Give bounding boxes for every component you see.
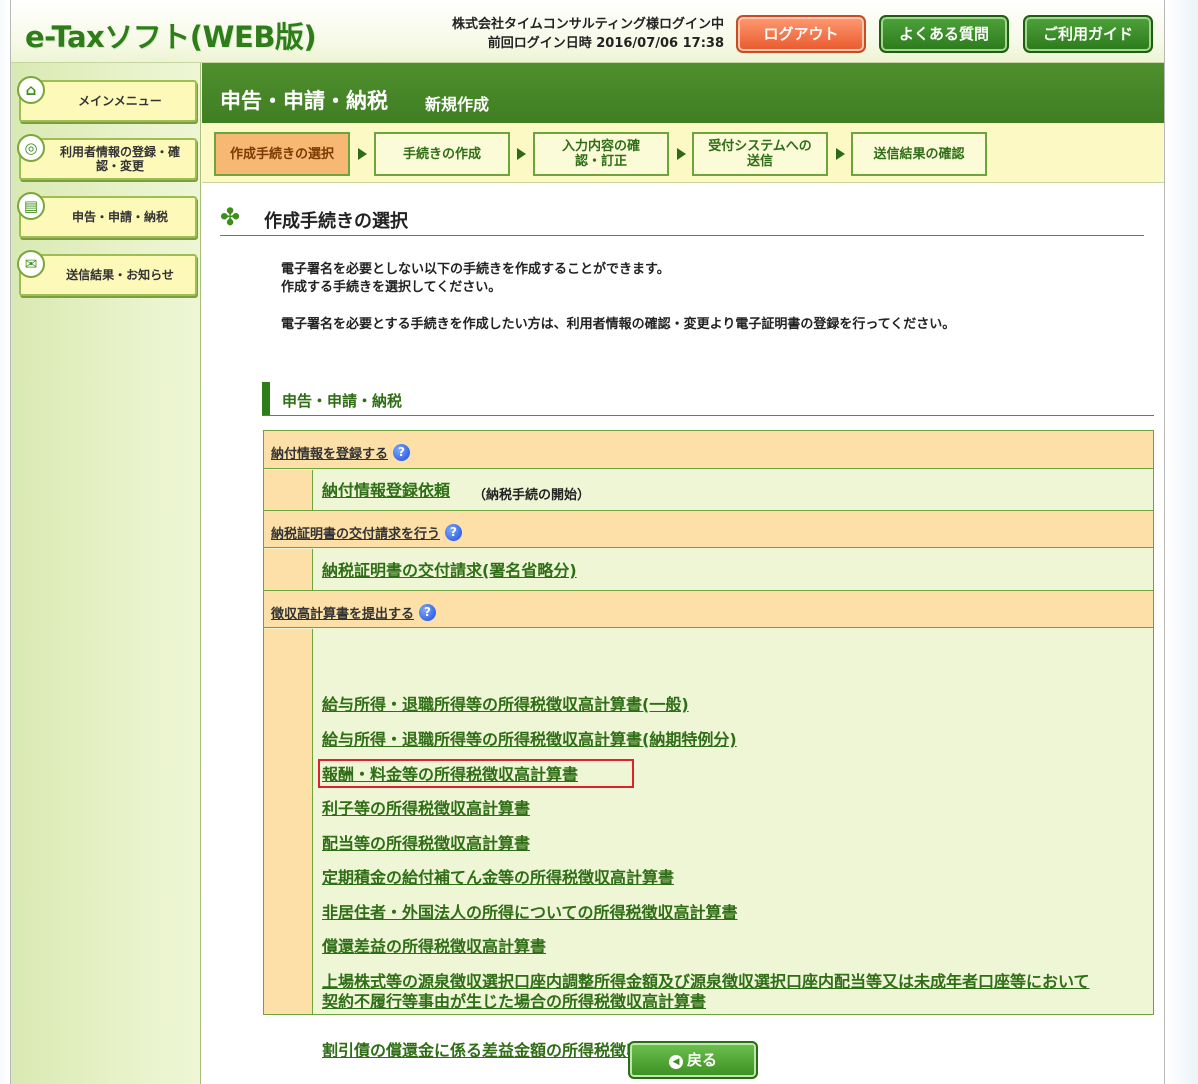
sidebar-item-main-menu[interactable]: ⌂ メインメニュー [17,76,197,122]
clover-icon: ✤ [220,203,241,231]
group-header-tax-certificate: 納税証明書の交付請求を行う? [264,510,1153,548]
description: 電子署名を必要としない以下の手続きを作成することができます。 作成する手続きを選… [281,261,670,297]
step-arrow-icon [836,148,845,160]
login-user-text: 株式会社タイムコンサルティング様ログイン中 [452,17,724,32]
group-header-payment-info: 納付情報を登録する? [264,431,1153,469]
link-withholding-interest[interactable]: 利子等の所得税徴収高計算書 [322,799,530,819]
sidebar-item-label: 利用者情報の登録・確認・変更 [59,145,180,173]
app-frame: e-Taxソフト(WEB版) 株式会社タイムコンサルティング様ログイン中 前回ロ… [10,0,1165,1084]
sidebar-item-label: メインメニュー [78,94,162,108]
mail-icon: ✉ [17,250,45,278]
link-withholding-listed-stocks-line2[interactable]: 契約不履行等事由が生じた場合の所得税徴収高計算書 [322,992,706,1012]
guide-button[interactable]: ご利用ガイド [1023,15,1153,53]
indent-cell [264,470,313,510]
step-send: 受付システムへの送信 [692,132,828,176]
indent-cell [264,629,313,1014]
group-link-label: 納付情報を登録する [271,447,389,462]
page-title: 申告・申請・納税 [220,89,388,113]
help-icon[interactable]: ? [419,604,437,621]
step-confirm-input-label: 入力内容の確認・訂正 [561,139,640,169]
section-title: ✤ 作成手続きの選択 [220,204,1144,236]
link-withholding-dividend[interactable]: 配当等の所得税徴収高計算書 [322,834,530,854]
group-link-tax-certificate[interactable]: 納税証明書の交付請求を行う? [271,523,463,542]
faq-button[interactable]: よくある質問 [879,15,1009,53]
subsection-title-text: 申告・申請・納税 [282,392,403,410]
group-link-payment-info[interactable]: 納付情報を登録する? [271,443,411,462]
main-content: 申告・申請・納税 新規作成 作成手続きの選択 手続きの作成 入力内容の確認・訂正… [202,63,1164,1084]
step-send-label: 受付システムへの送信 [708,139,812,169]
step-select-procedure: 作成手続きの選択 [214,132,350,176]
link-withholding-salary-special[interactable]: 給与所得・退職所得等の所得税徴収高計算書(納期特例分) [322,730,737,750]
description-line: 作成する手続きを選択してください。 [281,280,502,295]
link-withholding-nonresident[interactable]: 非居住者・外国法人の所得についての所得税徴収高計算書 [322,903,738,923]
back-button-label: 戻る [686,1051,717,1069]
link-withholding-listed-stocks[interactable]: 上場株式等の源泉徴収選択口座内調整所得金額及び源泉徴収選択口座内配当等又は未成年… [322,972,1090,992]
step-check-result: 送信結果の確認 [851,132,987,176]
sidebar: ⌂ メインメニュー ◎ 利用者情報の登録・確認・変更 ▤ 申告・申請・納税 ✉ … [11,63,201,1084]
indent-cell [264,549,313,590]
header: e-Taxソフト(WEB版) 株式会社タイムコンサルティング様ログイン中 前回ロ… [11,0,1164,63]
step-arrow-icon [677,148,686,160]
back-button[interactable]: ◀ 戻る [628,1041,758,1079]
procedure-table: 納付情報を登録する? 納付情報登録依頼 （納税手続の開始） 納税証明書の交付請求… [263,430,1154,1060]
document-icon: ▤ [17,192,45,220]
group-link-label: 徴収高計算書を提出する [271,607,415,622]
login-info: 株式会社タイムコンサルティング様ログイン中 前回ログイン日時 2016/07/0… [452,15,724,53]
last-login-text: 前回ログイン日時 2016/07/06 17:38 [487,36,724,51]
app-logo: e-Taxソフト(WEB版) [25,20,317,54]
payment-note: （納税手続の開始） [473,488,591,503]
sidebar-item-user-info[interactable]: ◎ 利用者情報の登録・確認・変更 [17,134,197,180]
group-link-label: 納税証明書の交付請求を行う [271,527,441,542]
link-withholding-installment[interactable]: 定期積金の給付補てん金等の所得税徴収高計算書 [322,868,674,888]
help-icon[interactable]: ? [445,524,463,541]
sidebar-item-label: 申告・申請・納税 [71,210,168,224]
description-line: 電子署名を必要としない以下の手続きを作成することができます。 [281,262,670,277]
subsection-bar [262,382,270,415]
logout-button[interactable]: ログアウト [736,15,866,53]
user-info-icon: ◎ [17,134,45,162]
step-confirm-input: 入力内容の確認・訂正 [533,132,669,176]
section-title-text: 作成手続きの選択 [264,211,408,232]
group-header-withholding: 徴収高計算書を提出する? [264,590,1153,628]
step-arrow-icon [517,148,526,160]
subsection-title: 申告・申請・納税 [262,382,1154,416]
step-arrow-icon [358,148,367,160]
link-withholding-redemption[interactable]: 償還差益の所得税徴収高計算書 [322,937,546,957]
link-payment-registration[interactable]: 納付情報登録依頼 [322,481,450,501]
sidebar-item-filing[interactable]: ▤ 申告・申請・納税 [17,192,197,238]
sidebar-item-label: 送信結果・お知らせ [66,268,174,282]
step-indicator: 作成手続きの選択 手続きの作成 入力内容の確認・訂正 受付システムへの送信 送信… [202,123,1164,183]
page-subtitle: 新規作成 [425,95,490,114]
highlight-box [318,759,634,788]
page-header: 申告・申請・納税 新規作成 [202,63,1164,123]
back-arrow-icon: ◀ [668,1055,683,1069]
home-icon: ⌂ [17,76,45,104]
link-tax-certificate-request[interactable]: 納税証明書の交付請求(署名省略分) [322,561,577,581]
link-withholding-salary-general[interactable]: 給与所得・退職所得等の所得税徴収高計算書(一般) [322,695,689,715]
sidebar-item-results[interactable]: ✉ 送信結果・お知らせ [17,250,197,296]
help-icon[interactable]: ? [393,444,411,461]
group-link-withholding[interactable]: 徴収高計算書を提出する? [271,603,437,622]
description-note: 電子署名を必要とする手続きを作成したい方は、利用者情報の確認・変更より電子証明書… [281,317,956,332]
step-create-procedure: 手続きの作成 [374,132,510,176]
